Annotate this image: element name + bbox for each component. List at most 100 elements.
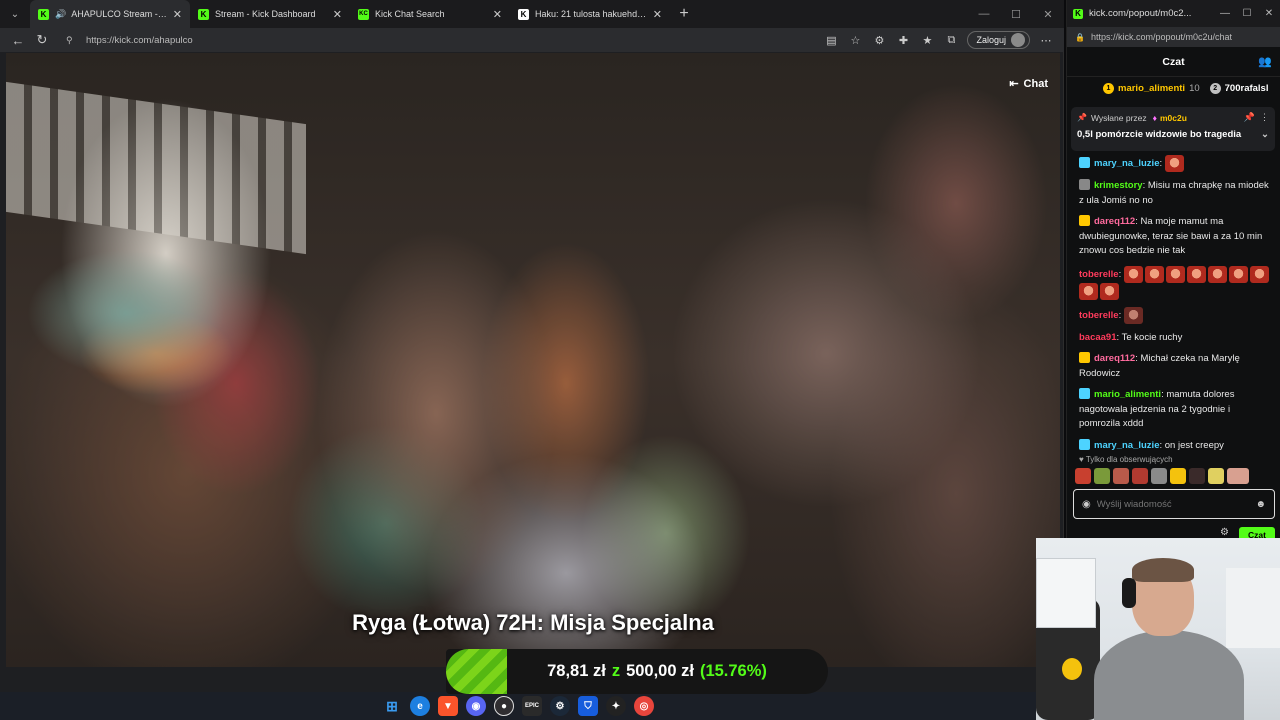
- tab-actions-menu-icon[interactable]: ⌄: [0, 0, 30, 28]
- game-app-icon[interactable]: ✦: [606, 696, 626, 716]
- gifter-item[interactable]: 2 700rafalsl: [1209, 82, 1268, 94]
- chat-username[interactable]: dareq112: [1094, 353, 1135, 364]
- url-field[interactable]: ⚲ https://kick.com/ahapulco: [60, 30, 813, 50]
- emote-image[interactable]: [1079, 282, 1098, 300]
- emote-button[interactable]: [1170, 468, 1186, 484]
- favorite-star-icon[interactable]: ☆: [843, 29, 867, 51]
- tab-close-icon[interactable]: ✕: [493, 8, 502, 21]
- new-tab-button[interactable]: +: [670, 0, 698, 28]
- emote-image[interactable]: [1144, 265, 1164, 283]
- emote-button[interactable]: [1113, 468, 1129, 484]
- chat-message: krimestory: Misiu ma chrapkę na miodek z…: [1079, 179, 1273, 208]
- collections-icon[interactable]: ⧉: [939, 29, 963, 51]
- chat-message-list[interactable]: mary_na_luzie: krimestory: Misiu ma chra…: [1067, 155, 1280, 455]
- stream-title-overlay: Ryga (Łotwa) 72H: Misja Specjalna: [352, 610, 714, 635]
- tab-ahapulco-stream[interactable]: K 🔊 AHAPULCO Stream - Watch Live ✕: [30, 0, 190, 28]
- chat-username[interactable]: toberelle: [1079, 310, 1119, 321]
- chat-username[interactable]: dareq112: [1094, 216, 1135, 227]
- maximize-icon[interactable]: ☐: [1236, 8, 1258, 19]
- emote-image[interactable]: [1123, 306, 1143, 324]
- emoji-selector-icon[interactable]: ◉: [1082, 499, 1091, 510]
- chat-message-input-box[interactable]: ◉ ☻: [1073, 489, 1275, 519]
- maximize-icon[interactable]: ☐: [1000, 8, 1032, 21]
- emote-image[interactable]: [1164, 155, 1184, 172]
- site-info-icon[interactable]: ⚲: [66, 35, 78, 46]
- emote-picker-icon[interactable]: ☻: [1255, 499, 1266, 510]
- tab-kick-dashboard[interactable]: K Stream - Kick Dashboard ✕: [190, 0, 350, 28]
- close-window-icon[interactable]: ✕: [1032, 8, 1064, 21]
- send-chat-button[interactable]: Czat: [1239, 527, 1275, 538]
- emote-button[interactable]: [1208, 468, 1224, 484]
- brave-icon[interactable]: ▼: [438, 696, 458, 716]
- chat-username[interactable]: mario_alimenti: [1094, 389, 1161, 400]
- popout-url-bar[interactable]: 🔒 https://kick.com/popout/m0c2u/chat: [1067, 27, 1280, 47]
- emote-button[interactable]: [1189, 468, 1205, 484]
- chat-username[interactable]: krimestory: [1094, 180, 1143, 191]
- tab-close-icon[interactable]: ✕: [653, 8, 662, 21]
- avatar: [1011, 33, 1025, 47]
- user-list-icon[interactable]: 👥: [1258, 55, 1272, 68]
- chrome-icon[interactable]: ◎: [634, 696, 654, 716]
- emote-image[interactable]: [1228, 265, 1248, 283]
- minimize-icon[interactable]: —: [1214, 8, 1236, 19]
- reader-mode-icon[interactable]: ▤: [819, 29, 843, 51]
- tab-kick-chat-search[interactable]: KC Kick Chat Search ✕: [350, 0, 510, 28]
- back-icon[interactable]: ←: [6, 29, 30, 51]
- epic-games-icon[interactable]: EPIC: [522, 696, 542, 716]
- edge-icon[interactable]: e: [410, 696, 430, 716]
- emote-button[interactable]: [1151, 468, 1167, 484]
- profile-login-button[interactable]: Zaloguj: [967, 31, 1030, 49]
- chat-toggle-button[interactable]: ⇤ Chat: [1009, 77, 1048, 91]
- unpin-icon[interactable]: 📌: [1244, 112, 1255, 122]
- bitwarden-icon[interactable]: ⛉: [578, 696, 598, 716]
- chevron-down-icon[interactable]: ⌄: [1261, 129, 1269, 140]
- tab-haku-search[interactable]: K Haku: 21 tulosta hakuehdolla "lipp ✕: [510, 0, 670, 28]
- chat-username[interactable]: mary_na_luzie: [1094, 158, 1159, 169]
- kick-chat-favicon-icon: KC: [358, 8, 369, 20]
- emote-image[interactable]: [1100, 282, 1119, 300]
- windows-taskbar: ⊞ e ▼ ◉ ● EPIC ⚙ ⛉ ✦ ◎: [0, 692, 1036, 720]
- discord-icon[interactable]: ◉: [466, 696, 486, 716]
- chat-message-input[interactable]: [1096, 498, 1256, 510]
- popout-url-text: https://kick.com/popout/m0c2u/chat: [1090, 32, 1233, 42]
- kick-favicon-icon: K: [38, 8, 49, 20]
- more-menu-icon[interactable]: ⋯: [1034, 29, 1058, 51]
- gifter-count: 10: [1189, 82, 1200, 94]
- favorites-icon[interactable]: ★: [915, 29, 939, 51]
- chat-settings-gear-icon[interactable]: ⚙: [1220, 527, 1229, 538]
- speaker-icon[interactable]: 🔊: [55, 9, 66, 20]
- pin-icon: 📌: [1077, 113, 1087, 122]
- obs-icon[interactable]: ●: [494, 696, 514, 716]
- tab-close-icon[interactable]: ✕: [173, 8, 182, 21]
- emote-image[interactable]: [1123, 265, 1143, 283]
- emote-button[interactable]: [1094, 468, 1110, 484]
- more-options-icon[interactable]: ⋮: [1260, 112, 1269, 122]
- chat-message: bacaa91: Te kocie ruchy: [1079, 331, 1273, 346]
- close-window-icon[interactable]: ✕: [1258, 8, 1280, 19]
- webcam-shelf: [1036, 558, 1096, 628]
- chat-username[interactable]: toberelle: [1079, 269, 1119, 280]
- tab-close-icon[interactable]: ✕: [333, 8, 342, 21]
- steam-icon[interactable]: ⚙: [550, 696, 570, 716]
- chat-header-title: Czat: [1162, 55, 1185, 68]
- reload-icon[interactable]: ↻: [30, 29, 54, 51]
- emote-image[interactable]: [1249, 265, 1269, 283]
- pinned-text: 0,5l pomórzcie widzowie bo tragedia: [1077, 129, 1242, 140]
- chat-username[interactable]: bacaa91: [1079, 332, 1117, 343]
- extension-icon[interactable]: ⚙: [867, 29, 891, 51]
- emote-image[interactable]: [1165, 265, 1185, 283]
- goal-separator: z: [611, 662, 621, 680]
- followers-only-text: Tylko dla obserwujących: [1085, 455, 1173, 464]
- emote-button[interactable]: [1227, 468, 1249, 484]
- video-player[interactable]: ⇤ Chat Ryga (Łotwa) 72H: Misja Specjalna: [6, 53, 1060, 667]
- emote-image[interactable]: [1207, 265, 1227, 283]
- gifter-item[interactable]: 1 mario_alimenti 10: [1103, 82, 1200, 94]
- emote-button[interactable]: [1075, 468, 1091, 484]
- puzzle-extensions-icon[interactable]: ✚: [891, 29, 915, 51]
- emote-button[interactable]: [1132, 468, 1148, 484]
- user-badge-icon: [1079, 179, 1090, 190]
- emote-image[interactable]: [1186, 265, 1206, 283]
- minimize-icon[interactable]: —: [968, 8, 1000, 21]
- windows-start-icon[interactable]: ⊞: [382, 696, 402, 716]
- chat-username[interactable]: mary_na_luzie: [1094, 440, 1159, 451]
